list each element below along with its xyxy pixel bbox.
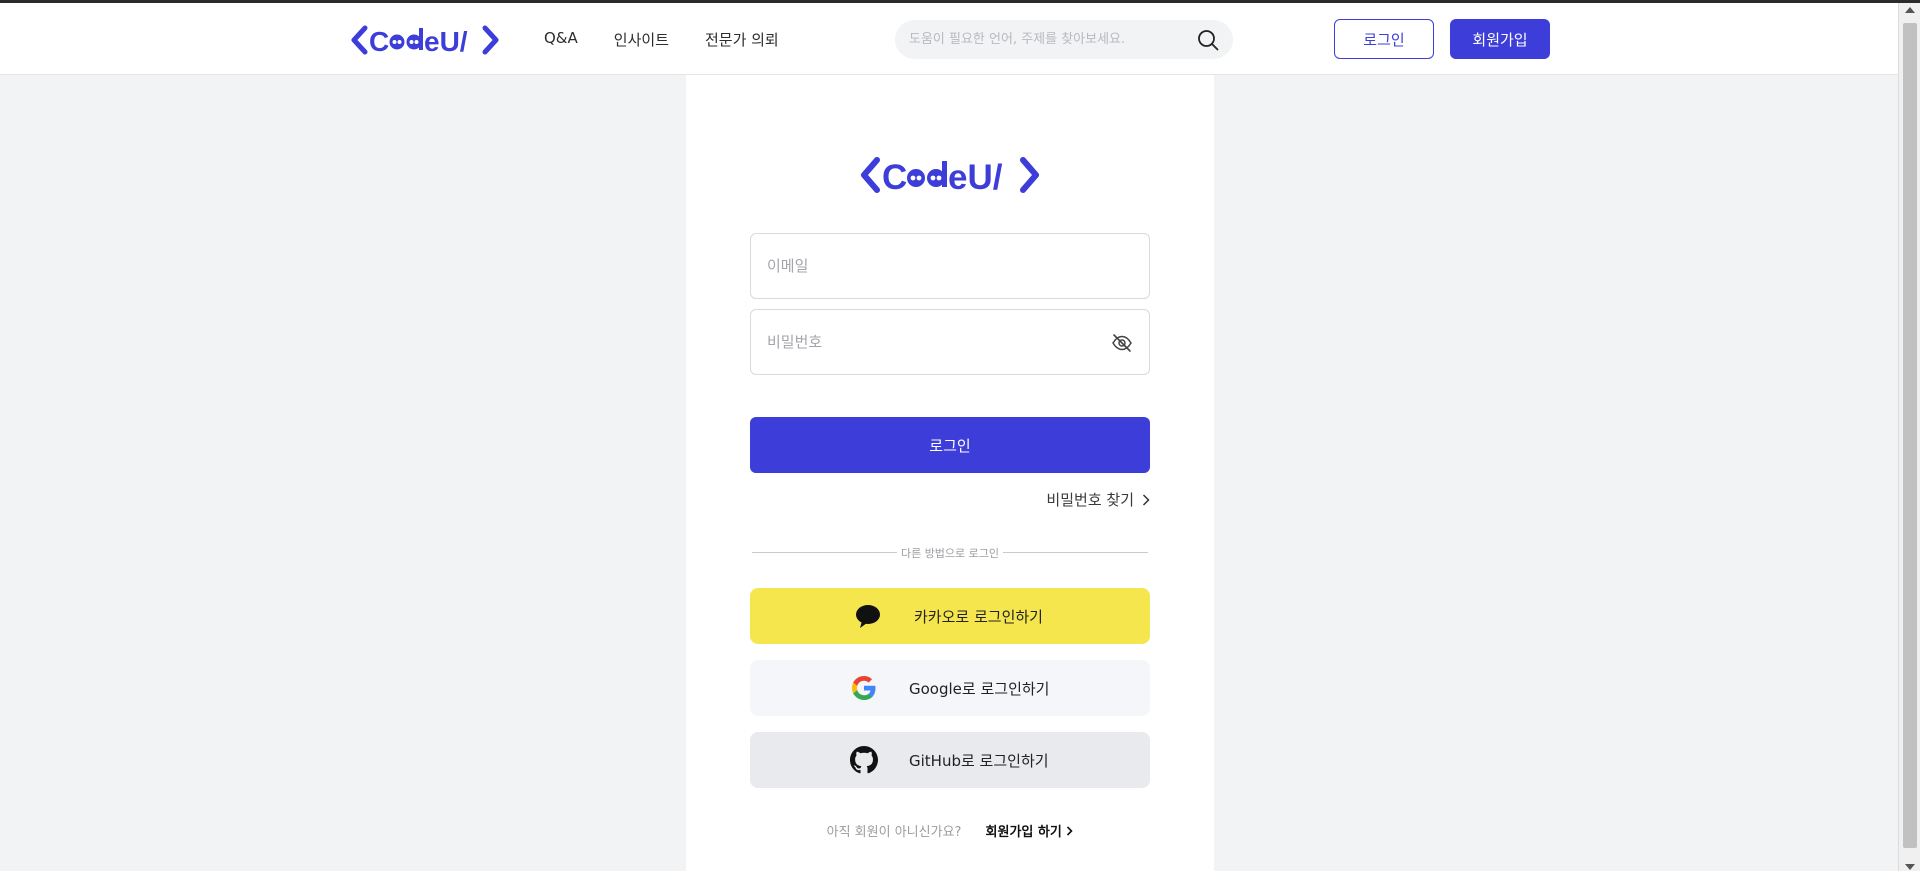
password-field	[750, 309, 1150, 375]
google-icon	[852, 676, 876, 700]
scroll-thumb[interactable]	[1903, 23, 1917, 848]
divider-text: 다른 방법으로 로그인	[900, 547, 1000, 560]
chevron-right-icon	[1142, 493, 1150, 506]
vertical-scrollbar[interactable]	[1898, 3, 1920, 871]
signup-link-label: 회원가입 하기	[985, 825, 1062, 840]
svg-text:eU/: eU/	[424, 26, 468, 56]
svg-text:eU/: eU/	[948, 158, 1003, 195]
search-icon[interactable]	[1197, 29, 1219, 51]
find-password-link[interactable]: 비밀번호 찾기	[1046, 489, 1150, 510]
github-login-label: GitHub로 로그인하기	[909, 752, 1049, 770]
nav-qa[interactable]: Q&A	[544, 29, 578, 50]
chevron-right-icon	[1067, 826, 1073, 836]
svg-text:C: C	[369, 26, 389, 56]
kakao-login-button[interactable]: 카카오로 로그인하기	[750, 588, 1150, 644]
nav-expert-request[interactable]: 전문가 의뢰	[705, 29, 779, 50]
login-button[interactable]: 로그인	[750, 417, 1150, 473]
scroll-up-arrow-icon[interactable]	[1905, 7, 1915, 13]
alt-login-divider: 다른 방법으로 로그인	[750, 545, 1150, 560]
github-icon	[850, 746, 878, 774]
google-login-button[interactable]: Google로 로그인하기	[750, 660, 1150, 716]
email-input[interactable]	[767, 234, 1097, 298]
google-login-label: Google로 로그인하기	[909, 680, 1050, 698]
github-login-button[interactable]: GitHub로 로그인하기	[750, 732, 1150, 788]
kakao-login-label: 카카오로 로그인하기	[914, 608, 1043, 626]
signup-prompt: 아직 회원이 아니신가요? 회원가입 하기	[686, 821, 1214, 840]
email-field	[750, 233, 1150, 299]
kakao-speech-icon	[856, 605, 880, 628]
nav-insight[interactable]: 인사이트	[614, 29, 669, 50]
top-navbar: C eU/ Q&A 인사이트 전문가 의뢰 로그인 회원가입	[0, 3, 1898, 75]
divider-line-right	[1003, 552, 1148, 553]
codeu-logo[interactable]: C eU/	[351, 24, 499, 56]
search-bar	[895, 20, 1233, 59]
password-input[interactable]	[767, 310, 1097, 374]
header-signup-button[interactable]: 회원가입	[1450, 19, 1550, 59]
login-card: C eU/ 로그인 비밀번호 찾기 다른 방법으로 로그인	[686, 75, 1214, 871]
header-login-button[interactable]: 로그인	[1334, 19, 1434, 59]
search-input[interactable]	[909, 20, 1179, 59]
codeu-logo-large: C eU/	[861, 157, 1039, 195]
signup-link[interactable]: 회원가입 하기	[986, 825, 1074, 840]
no-account-text: 아직 회원이 아니신가요?	[826, 825, 962, 840]
eye-off-icon[interactable]	[1111, 332, 1133, 354]
svg-text:C: C	[882, 158, 907, 195]
scroll-down-arrow-icon[interactable]	[1905, 864, 1915, 870]
find-password-label: 비밀번호 찾기	[1046, 491, 1134, 509]
main-nav: Q&A 인사이트 전문가 의뢰	[544, 29, 779, 50]
